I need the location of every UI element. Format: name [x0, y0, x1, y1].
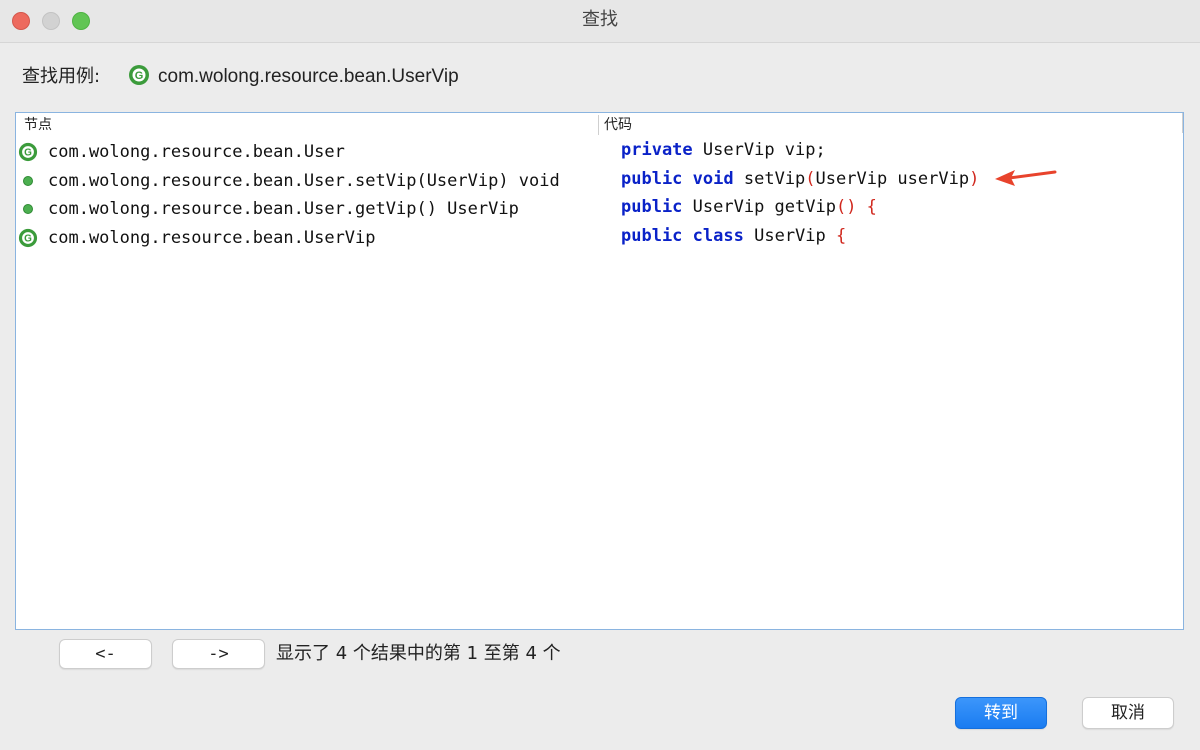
node-label: com.wolong.resource.bean.User.getVip() U…	[48, 199, 519, 219]
annotation-arrow-icon	[995, 170, 1057, 186]
cancel-button[interactable]: 取消	[1082, 697, 1174, 729]
node-label: com.wolong.resource.bean.User.setVip(Use…	[48, 171, 560, 191]
column-header-code[interactable]: 代码	[604, 115, 632, 135]
code-bracket: () {	[835, 197, 877, 217]
code-text: UserVip	[754, 226, 826, 246]
code-bracket: {	[836, 226, 847, 246]
svg-text:G: G	[24, 234, 32, 245]
code-text: UserVip getVip	[692, 197, 836, 217]
code-text: setVip	[743, 169, 806, 189]
code-text: UserVip userVip	[815, 169, 970, 189]
table-row-code[interactable]: public UserVip getVip() {	[621, 193, 877, 221]
class-g-icon: G	[18, 142, 38, 162]
code-keyword: public	[621, 169, 683, 189]
class-g-icon: G	[18, 228, 38, 248]
table-row-code[interactable]: public void setVip(UserVip userVip)	[621, 165, 979, 193]
title-bar: 查找	[0, 0, 1200, 43]
find-usages-dialog: 查找 查找用例: G com.wolong.resource.bean.User…	[0, 0, 1200, 750]
table-row-code[interactable]: private UserVip vip;	[621, 136, 826, 164]
code-keyword: private	[621, 140, 693, 160]
node-label: com.wolong.resource.bean.UserVip	[48, 228, 376, 248]
code-keyword: void	[692, 169, 734, 189]
window-title: 查找	[582, 9, 618, 30]
code-text: UserVip vip;	[702, 140, 826, 160]
table-row-code[interactable]: public class UserVip {	[621, 222, 846, 250]
results-status: 显示了 4 个结果中的第 1 至第 4 个	[276, 643, 561, 664]
results-table[interactable]: 节点 代码 G com.wolong.resource.bean.User pr…	[15, 112, 1184, 630]
code-keyword: public	[621, 226, 683, 246]
code-bracket: )	[969, 169, 980, 189]
next-results-button[interactable]: ->	[172, 639, 265, 669]
class-g-icon: G	[128, 64, 150, 90]
header-edge	[1182, 113, 1183, 133]
method-dot-icon	[18, 199, 38, 219]
search-label: 查找用例:	[22, 66, 101, 87]
goto-button[interactable]: 转到	[955, 697, 1047, 729]
method-dot-icon	[18, 171, 38, 191]
code-bracket: (	[805, 169, 816, 189]
previous-results-button[interactable]: <-	[59, 639, 152, 669]
node-label: com.wolong.resource.bean.User	[48, 142, 345, 162]
column-header-node[interactable]: 节点	[24, 115, 52, 135]
svg-text:G: G	[24, 148, 32, 159]
svg-text:G: G	[135, 70, 144, 82]
search-target: com.wolong.resource.bean.UserVip	[158, 66, 459, 87]
code-keyword: class	[692, 226, 744, 246]
code-keyword: public	[621, 197, 683, 217]
column-divider[interactable]	[598, 115, 599, 135]
